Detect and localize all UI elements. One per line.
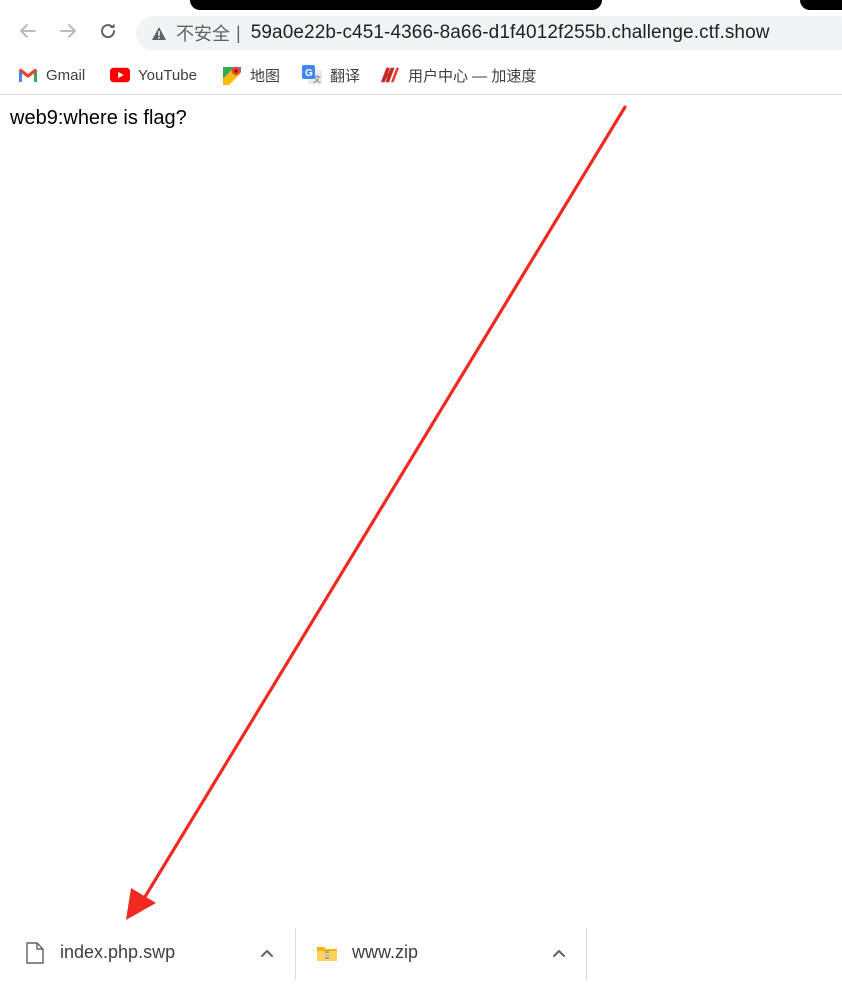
download-divider <box>586 928 587 980</box>
chevron-up-icon[interactable] <box>548 942 570 964</box>
tab-strip <box>0 0 842 10</box>
bookmark-youtube[interactable]: YouTube <box>110 63 197 87</box>
gmail-icon <box>18 65 38 85</box>
arrow-right-icon <box>60 24 76 38</box>
download-item[interactable]: index.php.swp <box>24 926 294 979</box>
accelerator-icon <box>380 65 400 85</box>
file-icon <box>24 941 46 965</box>
bookmark-gmail[interactable]: Gmail <box>18 63 85 87</box>
address-separator: | <box>236 22 241 43</box>
toolbar: 不安全 | 59a0e22b-c451-4366-8a66-d1f4012f25… <box>0 10 842 56</box>
tab-edge[interactable] <box>800 0 842 10</box>
security-label[interactable]: 不安全 <box>176 20 230 46</box>
browser-window: 不安全 | 59a0e22b-c451-4366-8a66-d1f4012f25… <box>0 0 842 985</box>
bookmark-label: 地图 <box>250 67 281 85</box>
bookmark-maps[interactable]: 地图 <box>222 63 280 87</box>
svg-text:G: G <box>305 68 313 79</box>
youtube-icon <box>110 65 130 85</box>
back-button[interactable] <box>14 16 42 46</box>
bookmark-label: YouTube <box>138 66 197 84</box>
bookmark-label: 翻译 <box>330 67 361 85</box>
download-item[interactable]: www.zip <box>316 926 586 979</box>
page-content: web9:where is flag? <box>0 95 842 925</box>
bookmark-translate[interactable]: G 文 翻译 <box>302 63 360 87</box>
svg-text:文: 文 <box>313 74 321 84</box>
warning-icon[interactable] <box>150 24 168 42</box>
bookmark-label: Gmail <box>46 66 86 84</box>
arrow-left-icon <box>20 24 36 38</box>
download-filename[interactable]: www.zip <box>352 942 418 963</box>
address-bar[interactable]: 不安全 | 59a0e22b-c451-4366-8a66-d1f4012f25… <box>136 16 842 50</box>
bookmark-label: 用户中心 — 加速度 <box>408 67 537 85</box>
download-shelf: index.php.swp www.zip <box>0 920 842 985</box>
reload-icon <box>101 23 116 39</box>
url-text[interactable]: 59a0e22b-c451-4366-8a66-d1f4012f255b.cha… <box>251 22 770 44</box>
bookmarks-bar: Gmail YouTube 地图 G 文 翻译 用户中心 — 加速度 <box>0 56 842 95</box>
zip-folder-icon <box>316 941 338 965</box>
active-tab-edge[interactable] <box>190 0 602 10</box>
bookmark-accelerator[interactable]: 用户中心 — 加速度 <box>380 63 536 87</box>
forward-button[interactable] <box>54 16 82 46</box>
page-heading: web9:where is flag? <box>10 107 187 129</box>
translate-icon: G 文 <box>302 65 322 85</box>
download-filename[interactable]: index.php.swp <box>60 942 175 963</box>
reload-button[interactable] <box>94 16 122 46</box>
maps-icon <box>222 65 242 85</box>
chevron-up-icon[interactable] <box>256 942 278 964</box>
download-divider <box>295 928 296 980</box>
